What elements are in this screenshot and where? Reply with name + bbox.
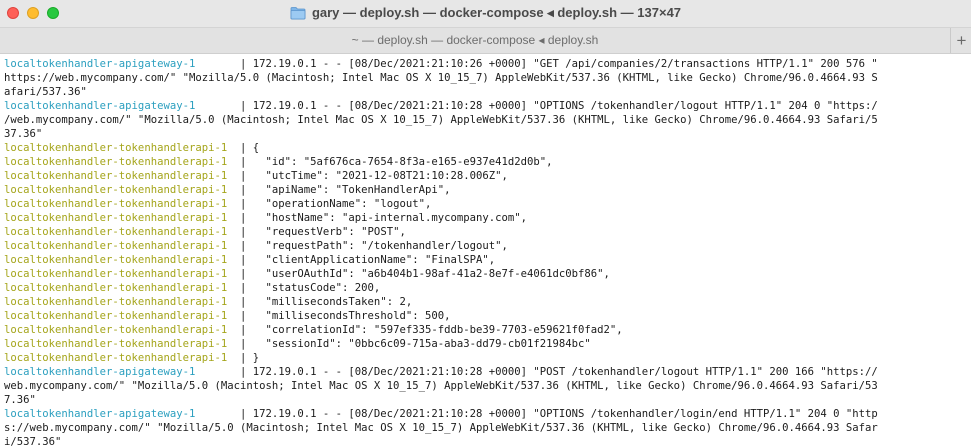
- log-line: /web.mycompany.com/" "Mozilla/5.0 (Macin…: [4, 113, 971, 127]
- log-text: | "operationName": "logout",: [240, 198, 432, 210]
- log-line: 37.36": [4, 127, 971, 141]
- log-line: localtokenhandler-tokenhandlerapi-1 | "m…: [4, 309, 971, 323]
- log-line: localtokenhandler-tokenhandlerapi-1 | "r…: [4, 239, 971, 253]
- log-text: | "clientApplicationName": "FinalSPA",: [240, 254, 496, 266]
- service-prefix-tokenhandlerapi: localtokenhandler-tokenhandlerapi-1: [4, 310, 240, 322]
- log-line: localtokenhandler-tokenhandlerapi-1 | "c…: [4, 253, 971, 267]
- log-line: 7.36": [4, 393, 971, 407]
- service-prefix-tokenhandlerapi: localtokenhandler-tokenhandlerapi-1: [4, 198, 240, 210]
- title-bar[interactable]: gary — deploy.sh — docker-compose ◂ depl…: [0, 0, 971, 28]
- log-lines: localtokenhandler-apigateway-1 | 172.19.…: [0, 54, 971, 448]
- service-prefix-apigateway: localtokenhandler-apigateway-1: [4, 408, 234, 420]
- log-line: web.mycompany.com/" "Mozilla/5.0 (Macint…: [4, 379, 971, 393]
- tab-deploy[interactable]: ~ — deploy.sh — docker-compose ◂ deploy.…: [0, 28, 950, 53]
- service-prefix-tokenhandlerapi: localtokenhandler-tokenhandlerapi-1: [4, 142, 240, 154]
- log-text: | 172.19.0.1 - - [08/Dec/2021:21:10:26 +…: [233, 58, 878, 70]
- log-line: localtokenhandler-apigateway-1 | 172.19.…: [4, 99, 971, 113]
- service-prefix-tokenhandlerapi: localtokenhandler-tokenhandlerapi-1: [4, 170, 240, 182]
- log-text: | "requestPath": "/tokenhandler/logout",: [240, 240, 508, 252]
- log-text: /web.mycompany.com/" "Mozilla/5.0 (Macin…: [4, 114, 878, 126]
- log-text: | {: [240, 142, 260, 154]
- log-line: localtokenhandler-tokenhandlerapi-1 | "r…: [4, 225, 971, 239]
- log-text: | "sessionId": "0bbc6c09-715a-aba3-dd79-…: [240, 338, 591, 350]
- new-tab-button[interactable]: +: [952, 28, 971, 53]
- log-line: localtokenhandler-tokenhandlerapi-1 | "s…: [4, 337, 971, 351]
- log-text: | "statusCode": 200,: [240, 282, 381, 294]
- log-text: | "correlationId": "597ef335-fddb-be39-7…: [240, 324, 623, 336]
- log-text: | 172.19.0.1 - - [08/Dec/2021:21:10:28 +…: [233, 366, 878, 378]
- log-text: | }: [240, 352, 260, 364]
- log-line: localtokenhandler-apigateway-1 | 172.19.…: [4, 365, 971, 379]
- log-line: localtokenhandler-tokenhandlerapi-1 | "c…: [4, 323, 971, 337]
- log-text: | "requestVerb": "POST",: [240, 226, 406, 238]
- log-line: localtokenhandler-tokenhandlerapi-1 | }: [4, 351, 971, 365]
- log-text: i/537.36": [4, 436, 62, 448]
- log-text: afari/537.36": [4, 86, 87, 98]
- log-text: | "millisecondsTaken": 2,: [240, 296, 413, 308]
- log-text: | "hostName": "api-internal.mycompany.co…: [240, 212, 528, 224]
- service-prefix-tokenhandlerapi: localtokenhandler-tokenhandlerapi-1: [4, 240, 240, 252]
- log-line: localtokenhandler-tokenhandlerapi-1 | "i…: [4, 155, 971, 169]
- log-line: localtokenhandler-apigateway-1 | 172.19.…: [4, 407, 971, 421]
- log-text: | 172.19.0.1 - - [08/Dec/2021:21:10:28 +…: [233, 408, 878, 420]
- log-line: localtokenhandler-tokenhandlerapi-1 | "s…: [4, 281, 971, 295]
- log-line: localtokenhandler-tokenhandlerapi-1 | "h…: [4, 211, 971, 225]
- tab-bar: ~ — deploy.sh — docker-compose ◂ deploy.…: [0, 28, 971, 54]
- log-text: | 172.19.0.1 - - [08/Dec/2021:21:10:28 +…: [233, 100, 878, 112]
- service-prefix-tokenhandlerapi: localtokenhandler-tokenhandlerapi-1: [4, 352, 240, 364]
- log-line: https://web.mycompany.com/" "Mozilla/5.0…: [4, 71, 971, 85]
- service-prefix-apigateway: localtokenhandler-apigateway-1: [4, 58, 234, 70]
- log-line: afari/537.36": [4, 85, 971, 99]
- terminal-output[interactable]: localtokenhandler-apigateway-1 | 172.19.…: [0, 54, 971, 448]
- window-title: gary — deploy.sh — docker-compose ◂ depl…: [311, 5, 682, 20]
- tab-divider: [950, 28, 951, 53]
- window-title-group: gary — deploy.sh — docker-compose ◂ depl…: [0, 4, 971, 22]
- log-text: s://web.mycompany.com/" "Mozilla/5.0 (Ma…: [4, 422, 878, 434]
- service-prefix-tokenhandlerapi: localtokenhandler-tokenhandlerapi-1: [4, 254, 240, 266]
- log-line: localtokenhandler-tokenhandlerapi-1 | {: [4, 141, 971, 155]
- service-prefix-tokenhandlerapi: localtokenhandler-tokenhandlerapi-1: [4, 184, 240, 196]
- log-line: i/537.36": [4, 435, 971, 448]
- log-line: localtokenhandler-tokenhandlerapi-1 | "u…: [4, 267, 971, 281]
- service-prefix-tokenhandlerapi: localtokenhandler-tokenhandlerapi-1: [4, 296, 240, 308]
- log-text: | "utcTime": "2021-12-08T21:10:28.006Z",: [240, 170, 508, 182]
- log-line: localtokenhandler-tokenhandlerapi-1 | "u…: [4, 169, 971, 183]
- service-prefix-tokenhandlerapi: localtokenhandler-tokenhandlerapi-1: [4, 338, 240, 350]
- log-line: localtokenhandler-tokenhandlerapi-1 | "o…: [4, 197, 971, 211]
- log-text: | "userOAuthId": "a6b404b1-98af-41a2-8e7…: [240, 268, 610, 280]
- log-text: web.mycompany.com/" "Mozilla/5.0 (Macint…: [4, 380, 878, 392]
- service-prefix-tokenhandlerapi: localtokenhandler-tokenhandlerapi-1: [4, 324, 240, 336]
- log-text: 37.36": [4, 128, 43, 140]
- service-prefix-apigateway: localtokenhandler-apigateway-1: [4, 366, 234, 378]
- service-prefix-tokenhandlerapi: localtokenhandler-tokenhandlerapi-1: [4, 156, 240, 168]
- service-prefix-tokenhandlerapi: localtokenhandler-tokenhandlerapi-1: [4, 282, 240, 294]
- service-prefix-tokenhandlerapi: localtokenhandler-tokenhandlerapi-1: [4, 212, 240, 224]
- log-text: | "apiName": "TokenHandlerApi",: [240, 184, 451, 196]
- log-text: | "id": "5af676ca-7654-8f3a-e165-e937e41…: [240, 156, 553, 168]
- service-prefix-apigateway: localtokenhandler-apigateway-1: [4, 100, 234, 112]
- log-text: https://web.mycompany.com/" "Mozilla/5.0…: [4, 72, 878, 84]
- folder-icon: [290, 6, 306, 20]
- terminal-window: gary — deploy.sh — docker-compose ◂ depl…: [0, 0, 971, 448]
- service-prefix-tokenhandlerapi: localtokenhandler-tokenhandlerapi-1: [4, 268, 240, 280]
- log-text: | "millisecondsThreshold": 500,: [240, 310, 451, 322]
- log-line: localtokenhandler-tokenhandlerapi-1 | "a…: [4, 183, 971, 197]
- service-prefix-tokenhandlerapi: localtokenhandler-tokenhandlerapi-1: [4, 226, 240, 238]
- log-text: 7.36": [4, 394, 36, 406]
- log-line: localtokenhandler-tokenhandlerapi-1 | "m…: [4, 295, 971, 309]
- log-line: localtokenhandler-apigateway-1 | 172.19.…: [4, 57, 971, 71]
- log-line: s://web.mycompany.com/" "Mozilla/5.0 (Ma…: [4, 421, 971, 435]
